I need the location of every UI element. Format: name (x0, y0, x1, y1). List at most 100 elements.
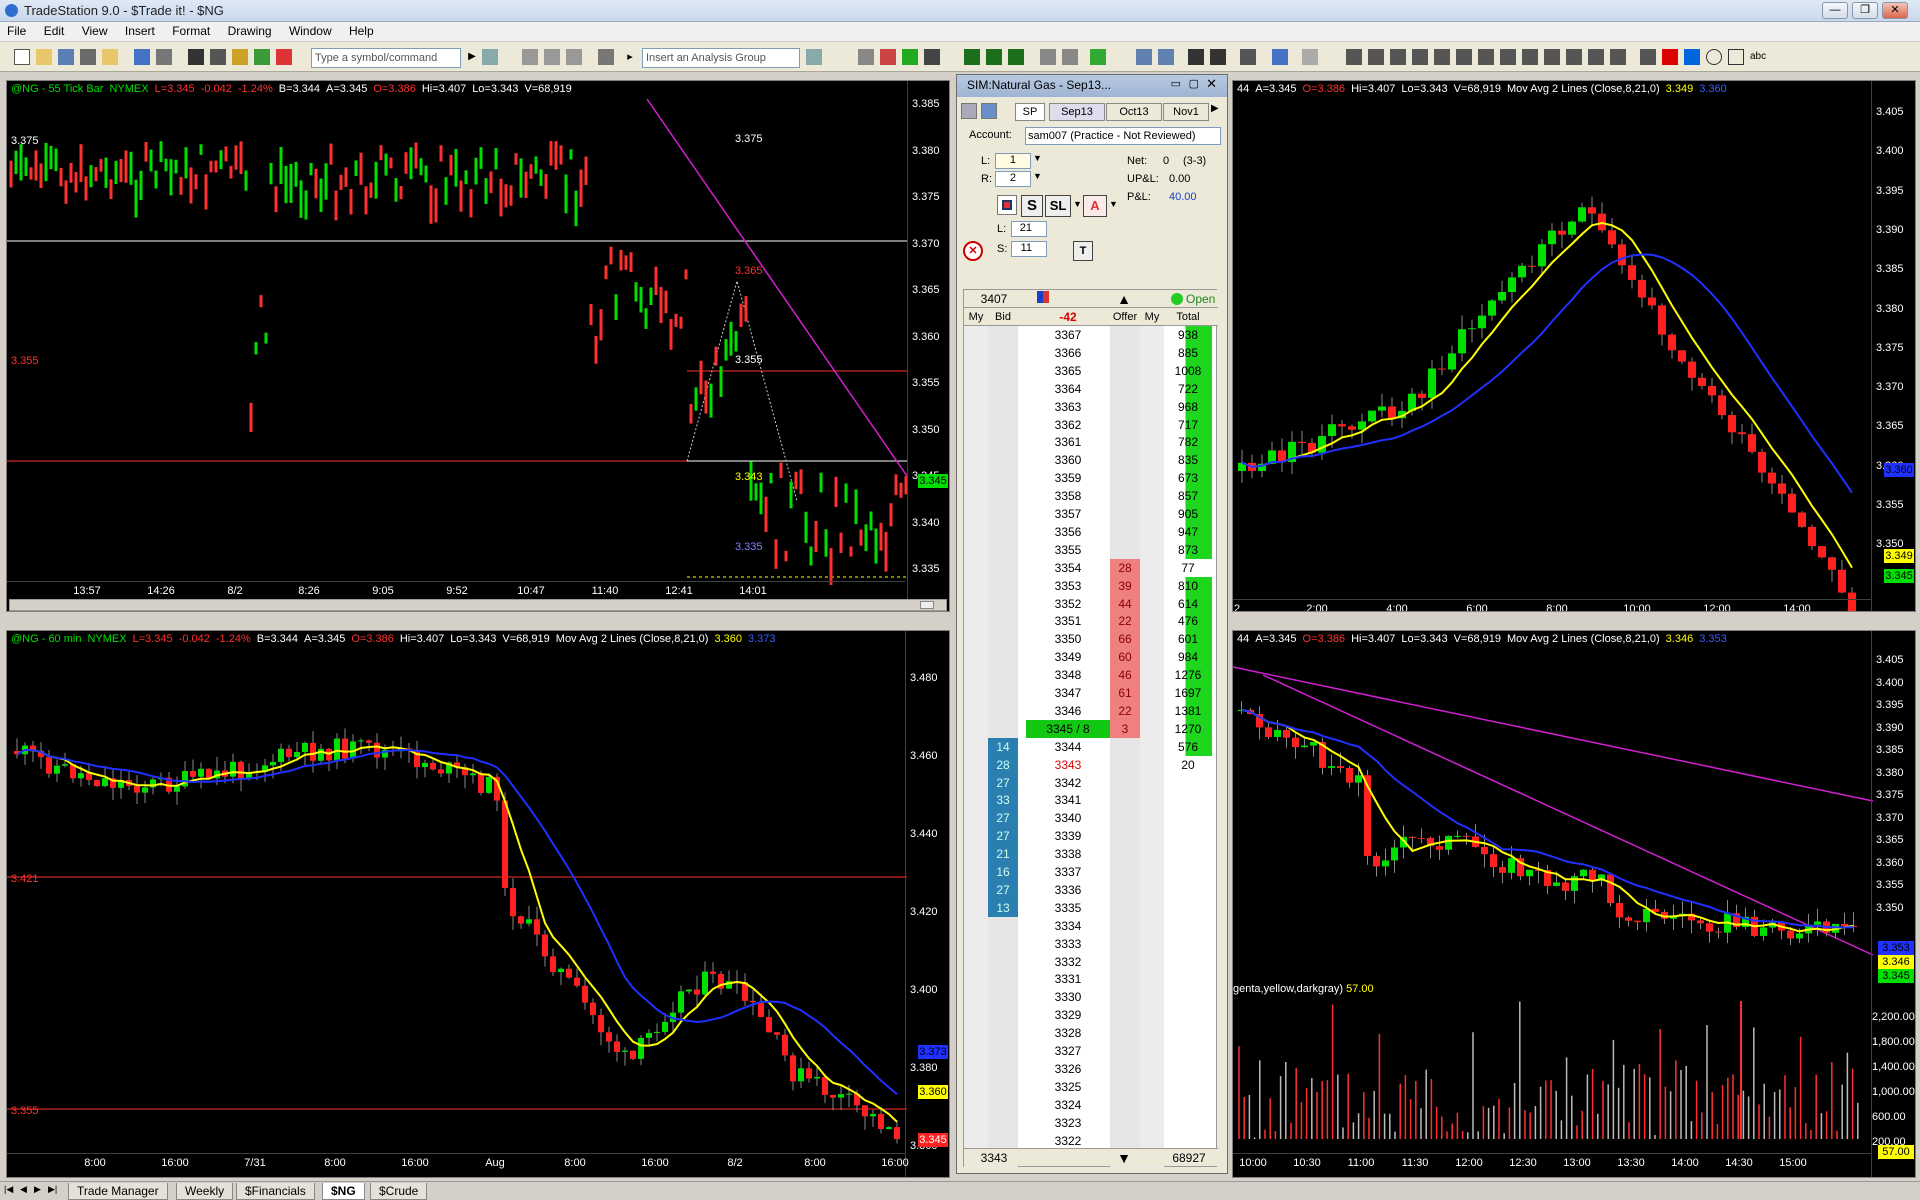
time-axis[interactable]: 2 2:00 4:00 6:00 8:00 10:00 12:00 14:00 (1233, 599, 1871, 611)
stop-button[interactable]: S (1021, 195, 1043, 217)
rectangle-icon[interactable] (1728, 49, 1744, 65)
bid-cell[interactable] (988, 1059, 1018, 1078)
tick-chart-pane[interactable]: @NG - 55 Tick Bar NYMEX L=3.345 -0.042 -1.24… (6, 80, 950, 612)
offer-cell[interactable] (1110, 845, 1140, 864)
bid-cell[interactable] (988, 451, 1018, 470)
offer-cell[interactable]: 22 (1110, 701, 1140, 720)
bid-cell[interactable] (988, 379, 1018, 398)
offer-cell[interactable]: 22 (1110, 612, 1140, 631)
intraday-chart-canvas[interactable] (1233, 81, 1916, 612)
cancel-all-icon[interactable]: ✕ (963, 241, 983, 261)
offer-cell[interactable]: 3 (1110, 719, 1140, 738)
scanner-icon[interactable] (598, 49, 614, 65)
fan-icon[interactable] (1478, 49, 1494, 65)
month-tab-nov1[interactable]: Nov1 (1163, 103, 1209, 121)
account-select[interactable]: sam007 (Practice - Not Reviewed) (1025, 127, 1221, 145)
offer-cell[interactable]: 39 (1110, 576, 1140, 595)
menu-drawing[interactable]: Drawing (221, 22, 279, 40)
tab-weekly[interactable]: Weekly (176, 1183, 234, 1200)
stop-ticks-input[interactable]: 11 (1011, 241, 1047, 257)
offer-cell[interactable]: 46 (1110, 666, 1140, 685)
intraday-chart-pane[interactable]: 44 A=3.345 O=3.386 Hi=3.407 Lo=3.343 V=68,919… (1232, 80, 1916, 612)
offer-cell[interactable]: 60 (1110, 648, 1140, 667)
tab-trade-manager[interactable]: Trade Manager (68, 1183, 168, 1200)
offer-cell[interactable] (1110, 1024, 1140, 1043)
fib-icon[interactable] (1412, 49, 1428, 65)
tab-scroll-right-icon[interactable]: ▶ (1211, 103, 1219, 114)
speed-lines-icon[interactable] (1500, 49, 1516, 65)
r-dropdown-icon[interactable]: ▼ (1033, 171, 1045, 187)
offer-cell[interactable] (1110, 773, 1140, 792)
bid-cell[interactable] (988, 952, 1018, 971)
tick-chart-canvas[interactable] (7, 81, 950, 612)
bid-cell[interactable] (988, 469, 1018, 488)
bid-cell[interactable] (988, 719, 1018, 738)
offer-cell[interactable] (1110, 1077, 1140, 1096)
bid-cell[interactable]: 27 (988, 809, 1018, 828)
bid-cell[interactable] (988, 1095, 1018, 1114)
bid-cell[interactable]: 27 (988, 827, 1018, 846)
lookup-icon[interactable] (482, 49, 498, 65)
bid-cell[interactable] (988, 505, 1018, 523)
offer-cell[interactable] (1110, 505, 1140, 523)
select-icon[interactable] (1210, 49, 1226, 65)
radar-icon[interactable] (544, 49, 560, 65)
bid-cell[interactable]: 16 (988, 863, 1018, 881)
bid-cell[interactable] (988, 684, 1018, 702)
candle-icon[interactable] (986, 49, 1002, 65)
offer-cell[interactable] (1110, 469, 1140, 488)
close-button[interactable]: ✕ (1882, 2, 1908, 19)
tab-nav-last-icon[interactable]: ▶| (48, 1184, 57, 1195)
bid-cell[interactable]: 27 (988, 880, 1018, 899)
tab-ng[interactable]: $NG (322, 1183, 365, 1200)
print-icon[interactable] (156, 49, 172, 65)
bid-cell[interactable] (988, 701, 1018, 720)
lock-icon[interactable] (232, 49, 248, 65)
pen-icon[interactable] (1610, 49, 1626, 65)
sl-dropdown-icon[interactable]: ▼ (1073, 199, 1082, 209)
bid-cell[interactable] (988, 576, 1018, 595)
restore-button[interactable]: ❐ (1852, 2, 1878, 19)
bid-cell[interactable] (988, 1131, 1018, 1150)
offer-cell[interactable] (1110, 934, 1140, 953)
menu-help[interactable]: Help (342, 22, 381, 40)
offer-cell[interactable]: 44 (1110, 594, 1140, 613)
month-tab-sep13[interactable]: Sep13 (1049, 103, 1105, 121)
offer-cell[interactable] (1110, 540, 1140, 559)
go-arrow-icon[interactable]: ▶ (464, 49, 480, 65)
globe-icon[interactable] (276, 49, 292, 65)
auto-exit-button[interactable]: A (1083, 195, 1107, 217)
price-axis[interactable]: 3.385 3.380 3.375 3.370 3.365 3.360 3.355 3.350… (907, 81, 949, 611)
offer-cell[interactable]: 28 (1110, 558, 1140, 577)
bid-cell[interactable]: 14 (988, 737, 1018, 756)
offer-cell[interactable]: 66 (1110, 630, 1140, 649)
bid-cell[interactable] (988, 397, 1018, 416)
offer-cell[interactable] (1110, 451, 1140, 470)
bid-cell[interactable] (988, 594, 1018, 613)
matrix-close-icon[interactable]: ✕ (1206, 76, 1217, 92)
tab-nav-prev-icon[interactable]: ◀ (20, 1184, 27, 1195)
folder-icon[interactable] (102, 49, 118, 65)
matrix-maximize-icon[interactable]: ▢ (1189, 77, 1199, 90)
scroll-thumb[interactable] (920, 601, 934, 609)
window-icon[interactable] (188, 49, 204, 65)
tab-crude[interactable]: $Crude (370, 1183, 428, 1200)
zoom-out-icon[interactable] (1158, 49, 1174, 65)
offer-cell[interactable] (1110, 755, 1140, 774)
regression-icon[interactable] (1588, 49, 1604, 65)
offer-cell[interactable] (1110, 361, 1140, 380)
bid-cell[interactable] (988, 612, 1018, 631)
bid-cell[interactable] (988, 1113, 1018, 1132)
pointer-icon[interactable] (1188, 49, 1204, 65)
bid-cell[interactable] (988, 988, 1018, 1007)
center-icon[interactable] (1026, 290, 1060, 308)
offer-cell[interactable] (1110, 343, 1140, 362)
text-tool-icon[interactable]: abc (1750, 49, 1766, 65)
bid-cell[interactable] (988, 1042, 1018, 1060)
symbol-input[interactable]: Type a symbol/command (311, 48, 461, 68)
datawindow-icon[interactable] (1090, 49, 1106, 65)
offer-cell[interactable] (1110, 1113, 1140, 1132)
arc-icon[interactable] (1434, 49, 1450, 65)
offer-cell[interactable] (1110, 952, 1140, 971)
menu-window[interactable]: Window (282, 22, 339, 40)
